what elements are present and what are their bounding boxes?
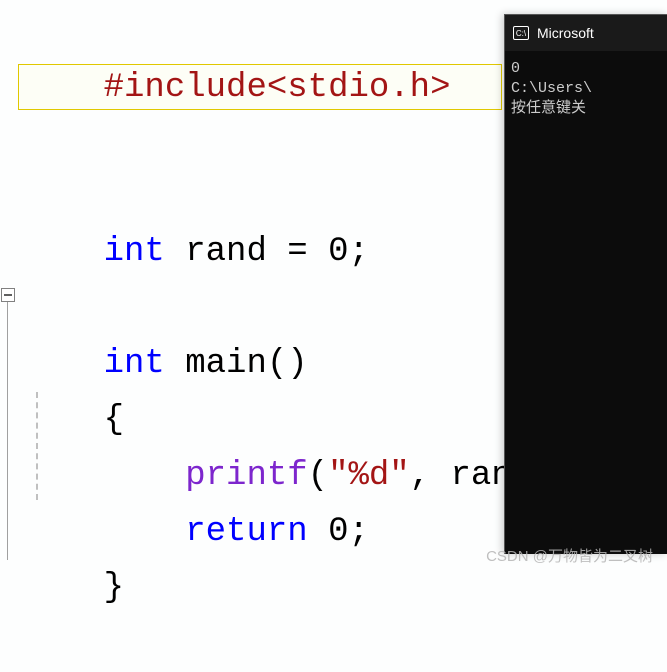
code-line-brace-close: }: [22, 504, 124, 672]
console-window[interactable]: C:\ Microsoft 0 C:\Users\ 按任意键关: [504, 14, 667, 554]
preprocessor-directive: #include: [104, 69, 267, 107]
terminal-icon: C:\: [513, 26, 529, 40]
minus-icon: [4, 294, 12, 296]
keyword-return: return: [185, 513, 307, 551]
watermark-text: CSDN @万物皆为二叉树: [486, 545, 653, 566]
keyword-int: int: [104, 233, 165, 271]
console-titlebar[interactable]: C:\ Microsoft: [505, 15, 667, 51]
declaration-text: rand = 0;: [165, 233, 369, 271]
code-line-include: #include<stdio.h>: [22, 4, 451, 172]
output-line: 0: [511, 60, 520, 77]
brace-close: }: [104, 569, 124, 607]
return-value: 0;: [308, 513, 369, 551]
fold-toggle-icon[interactable]: [1, 288, 15, 302]
output-line: 按任意键关: [511, 100, 586, 117]
main-signature: main(): [165, 345, 308, 383]
output-line: C:\Users\: [511, 80, 592, 97]
fold-guide-line: [7, 302, 8, 560]
include-header: <stdio.h>: [267, 69, 451, 107]
console-output: 0 C:\Users\ 按任意键关: [505, 51, 667, 127]
terminal-icon-text: C:\: [516, 29, 526, 38]
console-title: Microsoft: [537, 25, 594, 41]
